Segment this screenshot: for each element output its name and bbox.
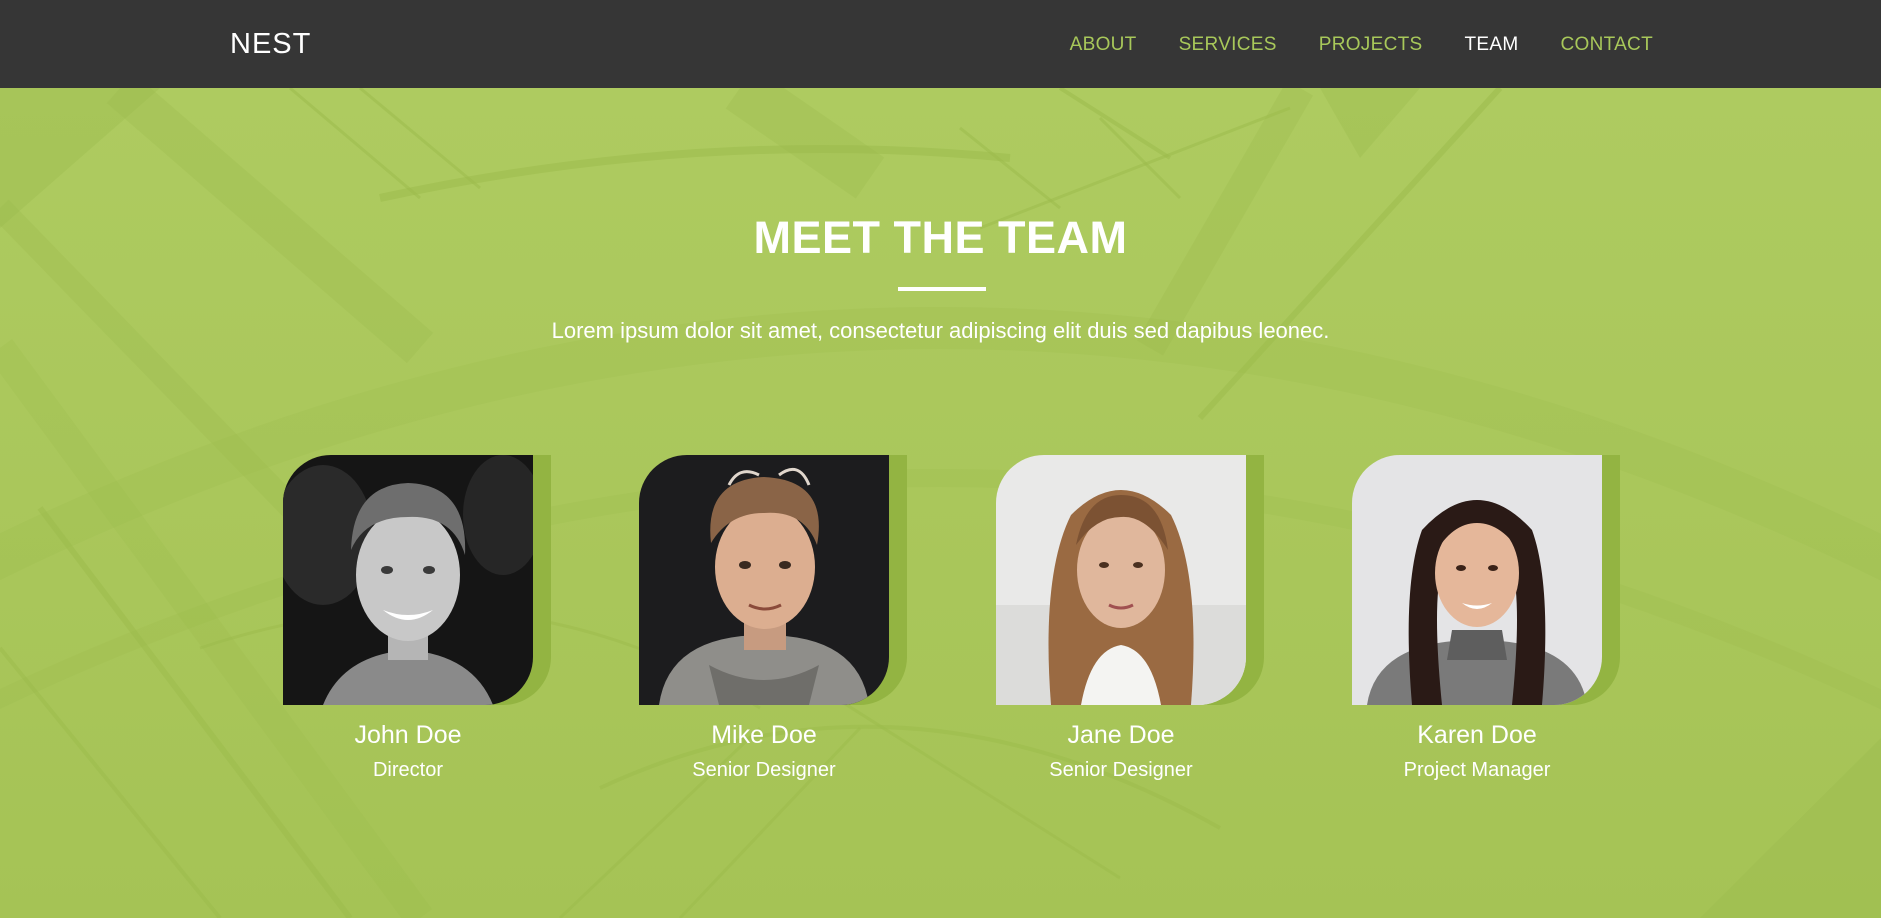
member-name: Karen Doe (1417, 721, 1537, 749)
team-member-card: Jane Doe Senior Designer (986, 455, 1264, 782)
member-role: Director (372, 759, 443, 781)
team-member-card: Mike Doe Senior Designer (629, 455, 907, 782)
portrait-image (283, 455, 533, 705)
member-photo-frame (639, 455, 907, 705)
section-title: MEET THE TEAM (753, 212, 1128, 263)
team-member-card: Karen Doe Project Manager (1342, 455, 1620, 782)
member-photo-john-doe[interactable] (283, 455, 533, 705)
nav-link-contact[interactable]: CONTACT (1560, 34, 1653, 56)
portrait-image (639, 455, 889, 705)
member-photo-frame (996, 455, 1264, 705)
member-photo-mike-doe[interactable] (639, 455, 889, 705)
section-subtitle: Lorem ipsum dolor sit amet, consectetur … (551, 318, 1330, 343)
member-role: Senior Designer (1049, 759, 1193, 781)
main-nav: ABOUT SERVICES PROJECTS TEAM CONTACT (1070, 34, 1653, 56)
title-underline-divider (898, 287, 986, 291)
brand-logo[interactable]: NEST (230, 28, 311, 61)
member-name: Jane Doe (1067, 721, 1175, 749)
nav-link-about[interactable]: ABOUT (1070, 34, 1137, 56)
member-photo-frame (1352, 455, 1620, 705)
member-name: John Doe (354, 721, 462, 749)
member-name: Mike Doe (711, 721, 817, 749)
top-navbar: NEST ABOUT SERVICES PROJECTS TEAM CONTAC… (0, 0, 1881, 88)
nav-link-team[interactable]: TEAM (1464, 34, 1518, 56)
member-photo-jane-doe[interactable] (996, 455, 1246, 705)
portrait-image (996, 455, 1246, 705)
member-photo-frame (283, 455, 551, 705)
team-member-card: John Doe Director (273, 455, 551, 782)
member-role: Project Manager (1403, 759, 1551, 781)
member-photo-karen-doe[interactable] (1352, 455, 1602, 705)
nav-link-services[interactable]: SERVICES (1179, 34, 1277, 56)
nav-link-projects[interactable]: PROJECTS (1319, 34, 1423, 56)
portrait-image (1352, 455, 1602, 705)
member-role: Senior Designer (692, 759, 836, 781)
